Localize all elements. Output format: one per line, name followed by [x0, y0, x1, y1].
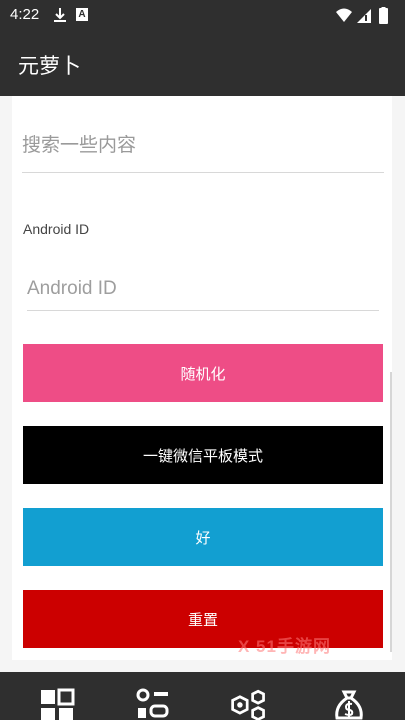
status-time: 4:22: [10, 6, 40, 23]
scrollbar[interactable]: [390, 372, 392, 652]
grid-icon[interactable]: [37, 688, 77, 720]
ok-button[interactable]: 好: [23, 508, 383, 566]
status-icons: [335, 7, 395, 29]
wifi-icon: [336, 8, 352, 22]
signal-icon: [357, 9, 371, 23]
apps-icon[interactable]: [133, 688, 173, 720]
randomize-button[interactable]: 随机化: [23, 344, 383, 402]
android-id-label: Android ID: [23, 221, 90, 237]
android-id-field[interactable]: [27, 278, 379, 311]
app-bar: 元萝卜: [0, 32, 405, 96]
watermark: X 51手游网: [238, 637, 331, 656]
bottom-nav: [0, 672, 405, 720]
status-bar: 4:22 A: [0, 0, 405, 32]
battery-icon: [379, 7, 388, 24]
search-input[interactable]: [22, 134, 384, 156]
download-icon: [52, 6, 68, 28]
hexagon-settings-icon[interactable]: [229, 688, 269, 720]
android-id-input[interactable]: [27, 278, 379, 300]
wechat-tablet-mode-button[interactable]: 一键微信平板模式: [23, 426, 383, 484]
app-title: 元萝卜: [18, 54, 81, 78]
money-bag-icon[interactable]: [329, 688, 369, 720]
notification-a-icon: A: [76, 8, 88, 21]
search-field[interactable]: [22, 134, 384, 173]
